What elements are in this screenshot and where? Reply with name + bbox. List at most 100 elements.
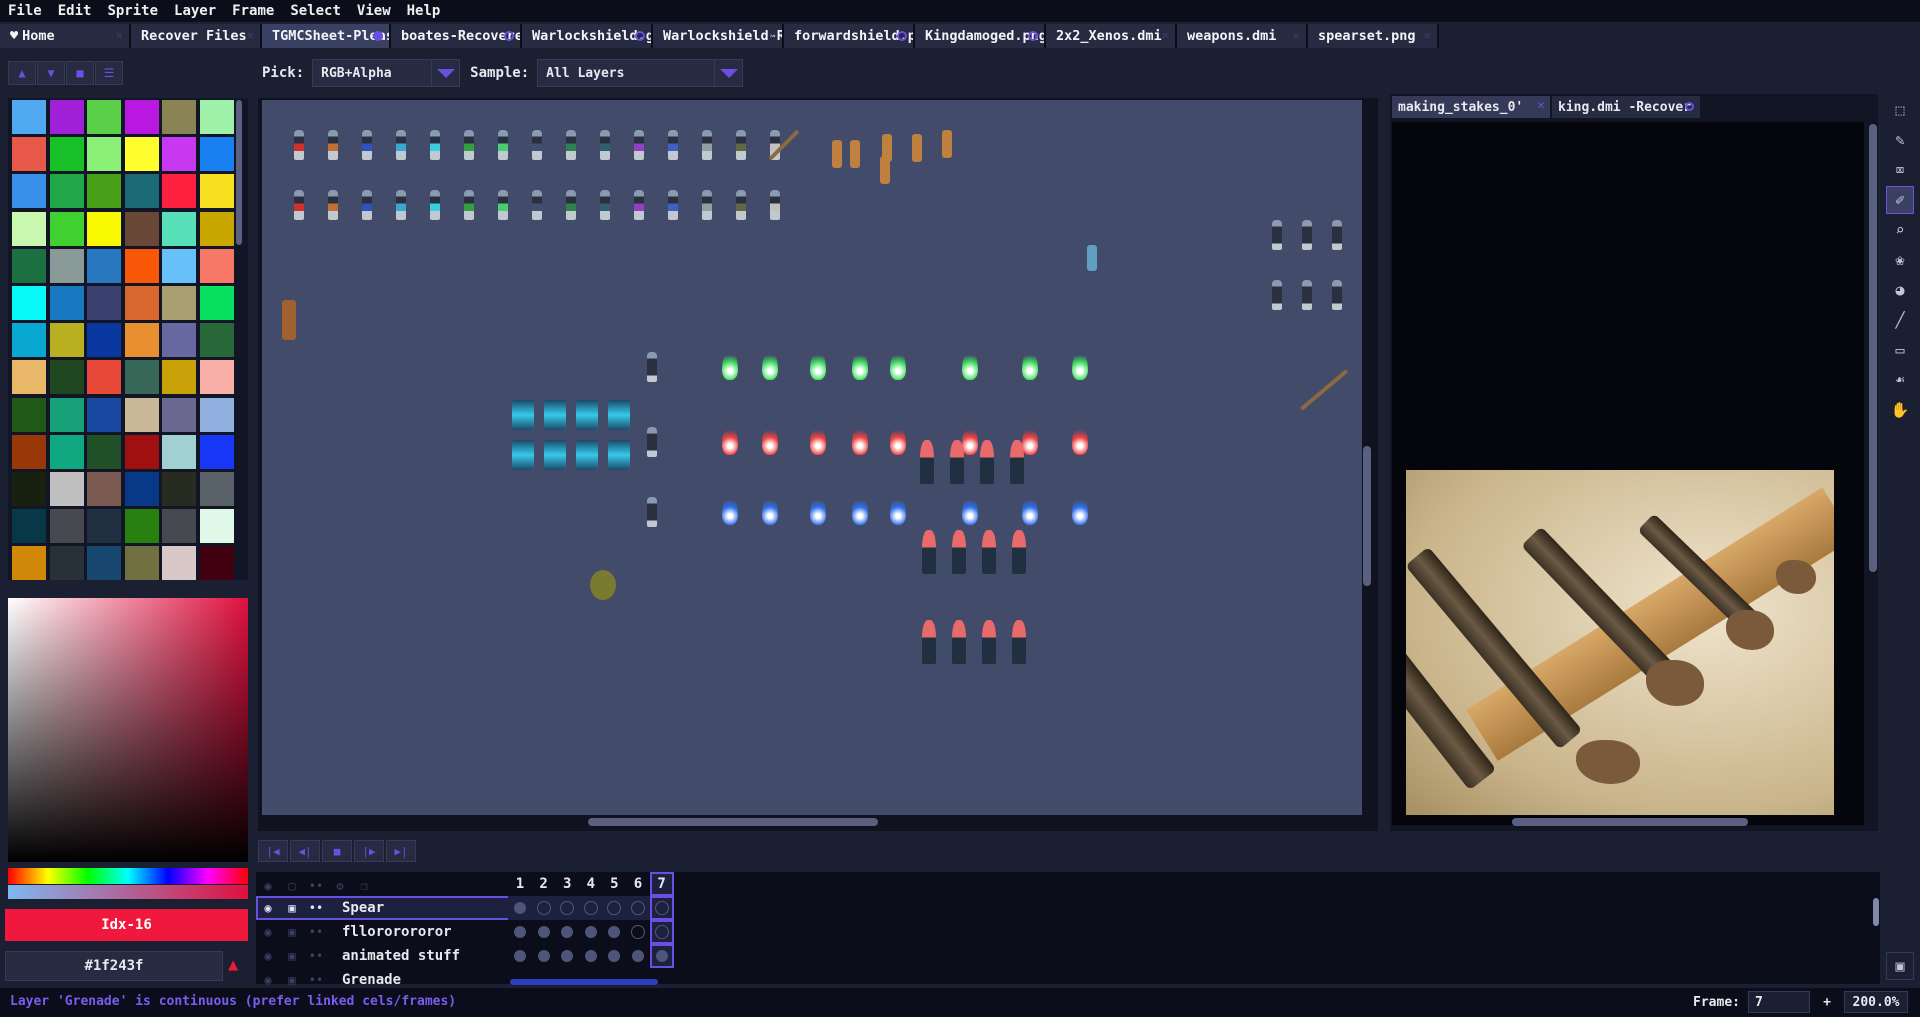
palette-swatch[interactable]: [87, 509, 121, 544]
hue-slider[interactable]: [8, 868, 248, 884]
timeline-scrollbar[interactable]: [1873, 898, 1879, 926]
palette-swatch[interactable]: [124, 211, 159, 246]
tab-4[interactable]: Warlockshield.gif: [522, 24, 653, 48]
palette-swatch[interactable]: [49, 174, 84, 209]
palette-swatch[interactable]: [49, 286, 84, 320]
modified-dot-icon[interactable]: [1028, 31, 1038, 41]
palette-swatch[interactable]: [162, 248, 196, 283]
cel[interactable]: [578, 896, 603, 920]
spray-icon[interactable]: ❀: [1886, 246, 1914, 274]
paint-bucket-icon[interactable]: ◕: [1886, 276, 1914, 304]
eye-icon[interactable]: ◉: [256, 896, 280, 920]
visibility-header-icon[interactable]: ◉: [256, 874, 280, 898]
cel[interactable]: [532, 944, 556, 968]
tab-2[interactable]: TGMCSheet-Pleas: [262, 24, 391, 48]
frame-header-4[interactable]: 4: [579, 872, 603, 896]
color-index-button[interactable]: Idx-16: [5, 909, 248, 941]
cel[interactable]: [532, 920, 556, 944]
palette-swatch[interactable]: [162, 174, 196, 209]
palette-swatch[interactable]: [87, 174, 121, 209]
palette-swatch[interactable]: [124, 323, 159, 358]
palette-swatch[interactable]: [49, 323, 84, 358]
palette-swatch[interactable]: [124, 509, 159, 544]
palette-swatch[interactable]: [199, 211, 234, 246]
frame-header-7[interactable]: 7: [649, 872, 674, 896]
palette-swatch[interactable]: [12, 137, 46, 172]
palette-swatch[interactable]: [87, 248, 121, 283]
palette-swatch[interactable]: [199, 360, 234, 395]
filter-icon[interactable]: ▼: [37, 61, 65, 85]
palette-swatch[interactable]: [124, 546, 159, 580]
palette-swatch[interactable]: [12, 397, 46, 432]
palette-swatch[interactable]: [162, 397, 196, 432]
palette-swatch[interactable]: [49, 211, 84, 246]
palette-swatch[interactable]: [162, 546, 196, 580]
reference-tab-0[interactable]: making_stakes_0' ✕: [1392, 96, 1552, 118]
palette-swatch[interactable]: [124, 434, 159, 469]
palette-swatch[interactable]: [199, 248, 234, 283]
close-icon[interactable]: ✕: [116, 28, 123, 42]
palette-swatch[interactable]: [162, 211, 196, 246]
pick-select[interactable]: RGB+Alpha: [312, 59, 461, 87]
tab-10[interactable]: spearset.png ✕: [1308, 24, 1439, 48]
chevron-down-icon[interactable]: [431, 60, 459, 86]
frame-header-5[interactable]: 5: [602, 872, 626, 896]
rectangle-icon[interactable]: ▭: [1886, 336, 1914, 364]
lock-icon[interactable]: ▣: [280, 896, 304, 920]
palette-swatch[interactable]: [124, 472, 159, 506]
palette-swatch[interactable]: [199, 434, 234, 469]
cel[interactable]: [508, 920, 532, 944]
frame-input[interactable]: 7: [1748, 991, 1810, 1013]
palette-swatch[interactable]: [87, 211, 121, 246]
sprite-canvas[interactable]: [262, 100, 1362, 815]
palette-swatch[interactable]: [162, 137, 196, 172]
continuous-cel-bar[interactable]: [510, 979, 658, 985]
reference-horizontal-scrollbar[interactable]: [1512, 818, 1748, 826]
palette-swatch[interactable]: [162, 323, 196, 358]
frame-header-1[interactable]: 1: [508, 872, 532, 896]
close-icon[interactable]: ✕: [1424, 28, 1431, 42]
preview-window-icon[interactable]: ▣: [1886, 952, 1914, 980]
palette-swatch[interactable]: [87, 286, 121, 320]
menu-item-select[interactable]: Select: [282, 3, 349, 19]
palette-swatch[interactable]: [87, 323, 121, 358]
warning-icon[interactable]: ▲: [228, 955, 246, 977]
palette-swatch[interactable]: [49, 546, 84, 580]
lock-icon[interactable]: ▣: [280, 920, 304, 944]
onion-skin-icon[interactable]: ❐: [352, 874, 376, 898]
frame-header-2[interactable]: 2: [532, 872, 556, 896]
palette-swatch[interactable]: [49, 248, 84, 283]
continuous-icon[interactable]: ••: [304, 896, 328, 920]
reference-vertical-scrollbar[interactable]: [1869, 124, 1877, 572]
modified-dot-icon[interactable]: [504, 31, 514, 41]
palette-swatch[interactable]: [12, 509, 46, 544]
first-frame-icon[interactable]: |◀: [258, 840, 288, 862]
lock-icon[interactable]: ▣: [280, 944, 304, 968]
rectangular-marquee-icon[interactable]: ⬚: [1886, 96, 1914, 124]
alpha-slider[interactable]: [8, 885, 248, 899]
tab-5[interactable]: Warlockshield-Re ✕: [653, 24, 784, 48]
palette-swatch[interactable]: [12, 100, 46, 134]
modified-dot-icon[interactable]: [1685, 102, 1694, 111]
menu-item-view[interactable]: View: [349, 3, 399, 19]
palette-swatch[interactable]: [124, 397, 159, 432]
palette-swatch[interactable]: [199, 137, 234, 172]
cel[interactable]: [602, 920, 626, 944]
cel[interactable]: [602, 944, 626, 968]
zoom-icon[interactable]: ⌕: [1886, 216, 1914, 244]
palette-swatch[interactable]: [87, 397, 121, 432]
palette-swatch[interactable]: [87, 472, 121, 506]
palette-swatch[interactable]: [12, 248, 46, 283]
canvas-horizontal-scrollbar[interactable]: [588, 818, 878, 826]
palette-swatch[interactable]: [12, 286, 46, 320]
palette-swatch[interactable]: [12, 174, 46, 209]
jumble-icon[interactable]: ✋: [1886, 396, 1914, 424]
palette-swatch[interactable]: [124, 248, 159, 283]
line-icon[interactable]: ╱: [1886, 306, 1914, 334]
tab-8[interactable]: 2x2_Xenos.dmi ✕: [1046, 24, 1177, 48]
palette-swatch[interactable]: [162, 509, 196, 544]
palette-swatch[interactable]: [49, 472, 84, 506]
palette-swatch[interactable]: [87, 137, 121, 172]
close-icon[interactable]: ✕: [1537, 98, 1545, 113]
tab-3[interactable]: boates-Recoverec: [391, 24, 522, 48]
